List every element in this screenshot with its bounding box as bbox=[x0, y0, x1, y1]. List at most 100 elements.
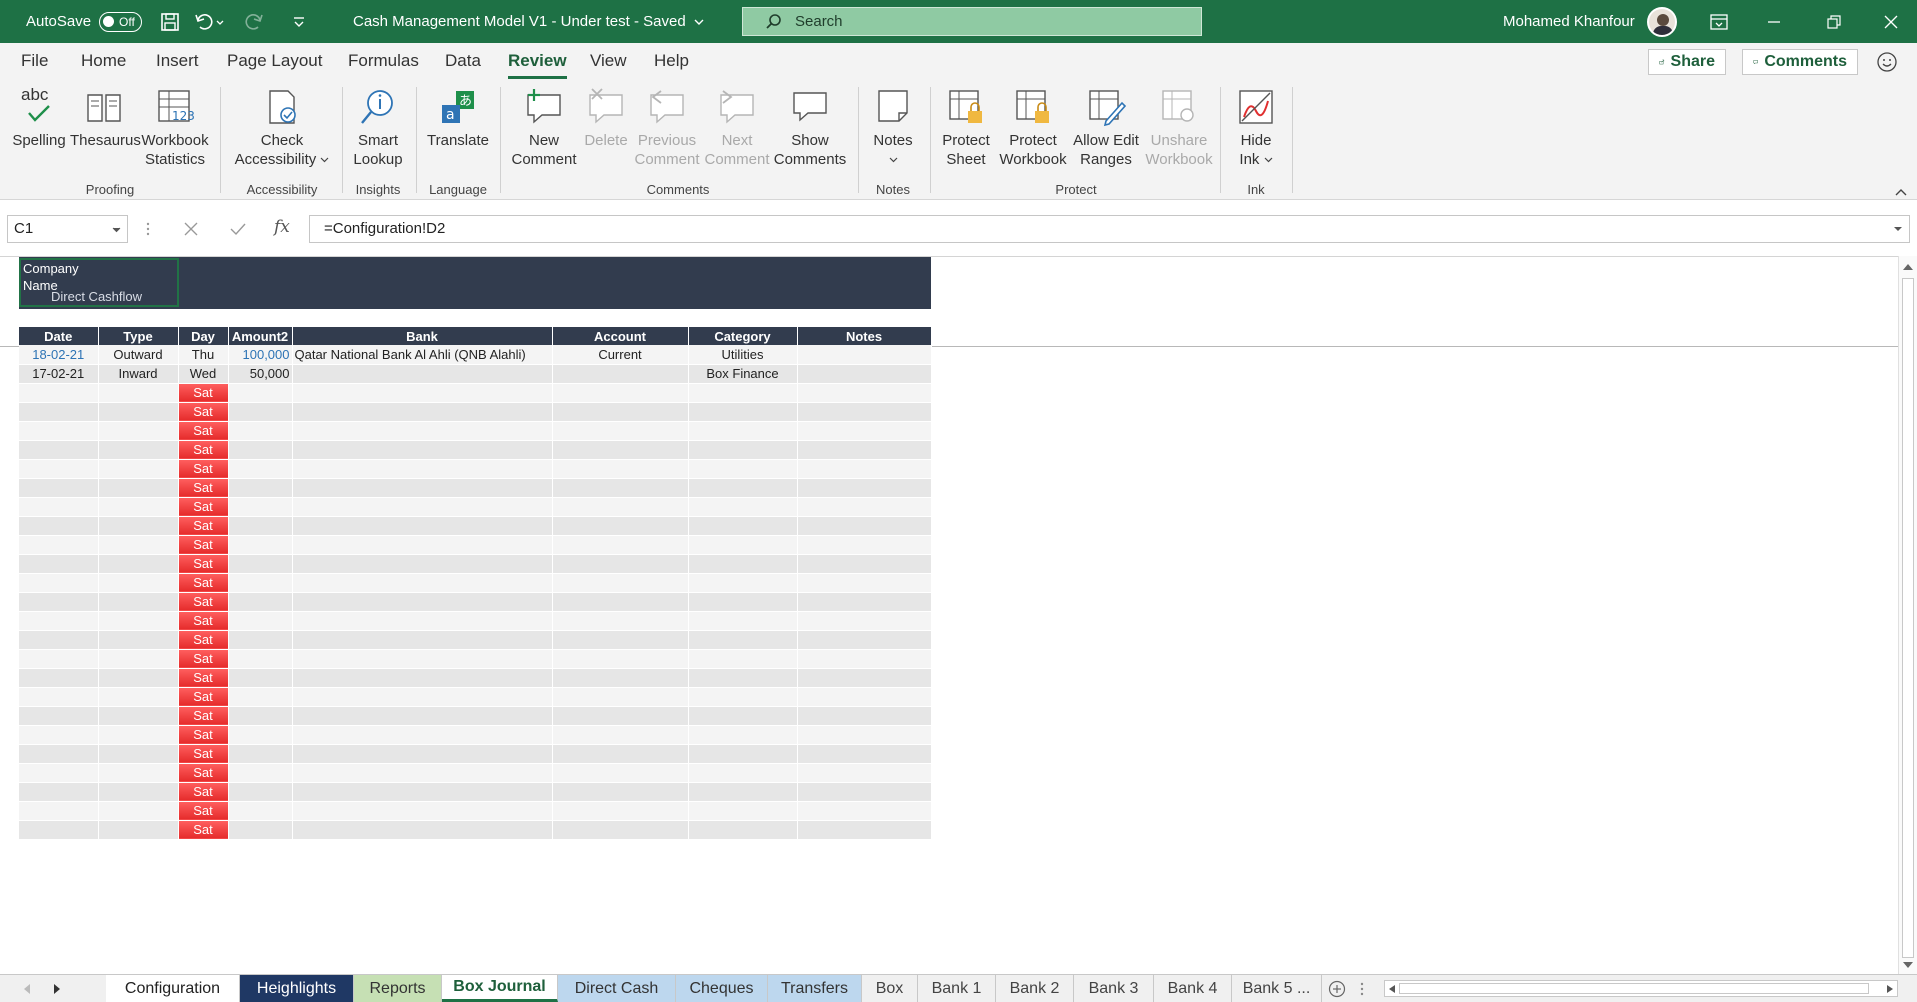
cell-day[interactable]: Sat bbox=[178, 383, 229, 403]
cell-notes[interactable] bbox=[797, 421, 932, 441]
sheet-tab-box-journal[interactable]: Box Journal bbox=[442, 975, 558, 1002]
cell-account[interactable] bbox=[552, 763, 689, 783]
cell-type[interactable] bbox=[98, 497, 179, 517]
avatar[interactable] bbox=[1647, 6, 1677, 37]
scroll-tabs-left-icon[interactable] bbox=[22, 983, 32, 998]
cell-amount[interactable] bbox=[228, 402, 293, 422]
cell-category[interactable] bbox=[688, 383, 798, 403]
cell-amount[interactable] bbox=[228, 516, 293, 536]
cell-date[interactable] bbox=[19, 554, 99, 574]
redo-icon[interactable] bbox=[242, 0, 272, 43]
cell-account[interactable] bbox=[552, 706, 689, 726]
cell-type[interactable] bbox=[98, 820, 179, 840]
cell-day[interactable]: Sat bbox=[178, 459, 229, 479]
cell-bank[interactable] bbox=[292, 421, 553, 441]
cell-type[interactable] bbox=[98, 668, 179, 688]
cell-category[interactable] bbox=[688, 687, 798, 707]
cell-date[interactable] bbox=[19, 440, 99, 460]
cell-account[interactable] bbox=[552, 782, 689, 802]
cell-amount[interactable]: 100,000 bbox=[228, 345, 293, 365]
allow-edit-ranges-button[interactable]: Allow Edit Ranges bbox=[1068, 87, 1144, 169]
cell-amount[interactable] bbox=[228, 763, 293, 783]
sheet-tab-bank-3[interactable]: Bank 3 bbox=[1074, 975, 1154, 1002]
cell-date[interactable] bbox=[19, 801, 99, 821]
header-notes[interactable]: Notes bbox=[797, 327, 932, 345]
cell-bank[interactable] bbox=[292, 516, 553, 536]
sheet-tab-reports[interactable]: Reports bbox=[354, 975, 442, 1002]
show-comments-button[interactable]: Show Comments bbox=[772, 87, 848, 169]
cell-day[interactable]: Sat bbox=[178, 725, 229, 745]
cell-type[interactable] bbox=[98, 801, 179, 821]
cell-account[interactable]: Current bbox=[552, 345, 689, 365]
cell-type[interactable] bbox=[98, 630, 179, 650]
tab-help[interactable]: Help bbox=[654, 51, 689, 71]
cell-day[interactable]: Sat bbox=[178, 516, 229, 536]
cell-type[interactable] bbox=[98, 592, 179, 612]
cell-category[interactable] bbox=[688, 782, 798, 802]
sheet-tab-bank-1[interactable]: Bank 1 bbox=[918, 975, 996, 1002]
cell-date[interactable] bbox=[19, 763, 99, 783]
cell-bank[interactable] bbox=[292, 649, 553, 669]
minimize-icon[interactable] bbox=[1766, 0, 1782, 43]
restore-icon[interactable] bbox=[1826, 0, 1842, 43]
cell-notes[interactable] bbox=[797, 440, 932, 460]
cell-category[interactable] bbox=[688, 706, 798, 726]
cell-date[interactable] bbox=[19, 573, 99, 593]
cell-date[interactable] bbox=[19, 649, 99, 669]
cell-bank[interactable] bbox=[292, 364, 553, 384]
cell-type[interactable] bbox=[98, 725, 179, 745]
cell-account[interactable] bbox=[552, 535, 689, 555]
add-sheet-icon[interactable] bbox=[1328, 980, 1346, 1001]
cell-account[interactable] bbox=[552, 725, 689, 745]
cell-notes[interactable] bbox=[797, 345, 932, 365]
cell-day[interactable]: Sat bbox=[178, 592, 229, 612]
cell-notes[interactable] bbox=[797, 725, 932, 745]
cell-amount[interactable] bbox=[228, 649, 293, 669]
cell-date[interactable] bbox=[19, 725, 99, 745]
cell-day[interactable]: Sat bbox=[178, 820, 229, 840]
autosave-toggle[interactable]: Off bbox=[99, 11, 142, 32]
cell-bank[interactable] bbox=[292, 497, 553, 517]
unshare-workbook-button[interactable]: Unshare Workbook bbox=[1142, 87, 1216, 169]
cell-day[interactable]: Sat bbox=[178, 402, 229, 422]
header-bank[interactable]: Bank bbox=[292, 327, 553, 345]
cell-day[interactable]: Sat bbox=[178, 535, 229, 555]
sheet-tab-box[interactable]: Box bbox=[862, 975, 918, 1002]
cell-amount[interactable] bbox=[228, 554, 293, 574]
cell-bank[interactable] bbox=[292, 820, 553, 840]
cell-type[interactable]: Inward bbox=[98, 364, 179, 384]
cell-bank[interactable] bbox=[292, 725, 553, 745]
comments-button[interactable]: Comments bbox=[1742, 49, 1858, 75]
cell-bank[interactable] bbox=[292, 535, 553, 555]
cell-amount[interactable] bbox=[228, 459, 293, 479]
cell-category[interactable] bbox=[688, 516, 798, 536]
tab-page-layout[interactable]: Page Layout bbox=[227, 51, 322, 71]
cell-day[interactable]: Wed bbox=[178, 364, 229, 384]
check-accessibility-button[interactable]: Check Accessibility bbox=[228, 87, 336, 169]
cell-type[interactable] bbox=[98, 706, 179, 726]
cell-category[interactable] bbox=[688, 725, 798, 745]
workbook-statistics-button[interactable]: 123 Workbook Statistics bbox=[140, 87, 210, 169]
header-account[interactable]: Account bbox=[552, 327, 689, 345]
cell-amount[interactable] bbox=[228, 478, 293, 498]
cell-type[interactable] bbox=[98, 421, 179, 441]
header-type[interactable]: Type bbox=[98, 327, 179, 345]
cell-amount[interactable] bbox=[228, 744, 293, 764]
cell-category[interactable] bbox=[688, 478, 798, 498]
cell-date[interactable] bbox=[19, 535, 99, 555]
sheet-tab-configuration[interactable]: Configuration bbox=[106, 975, 240, 1002]
cell-notes[interactable] bbox=[797, 801, 932, 821]
cell-account[interactable] bbox=[552, 516, 689, 536]
thesaurus-button[interactable]: Thesaurus bbox=[70, 87, 141, 150]
cell-category[interactable] bbox=[688, 592, 798, 612]
cell-amount[interactable] bbox=[228, 383, 293, 403]
horizontal-scrollbar[interactable] bbox=[1384, 980, 1898, 997]
cell-amount[interactable] bbox=[228, 630, 293, 650]
cell-bank[interactable] bbox=[292, 592, 553, 612]
ribbon-display-options-icon[interactable] bbox=[1710, 0, 1728, 43]
cell-notes[interactable] bbox=[797, 535, 932, 555]
cell-category[interactable] bbox=[688, 459, 798, 479]
cell-category[interactable] bbox=[688, 649, 798, 669]
cell-bank[interactable] bbox=[292, 554, 553, 574]
cell-amount[interactable] bbox=[228, 535, 293, 555]
